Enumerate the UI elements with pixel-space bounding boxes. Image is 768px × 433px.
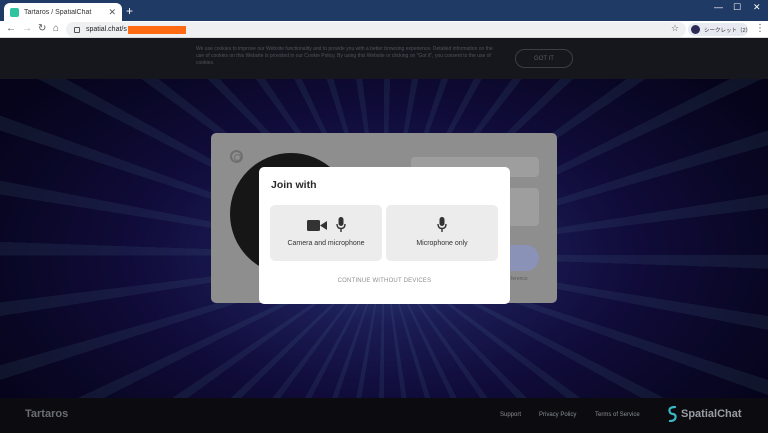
microphone-icon (335, 217, 346, 232)
browser-menu-icon[interactable]: ⋮ (755, 23, 765, 34)
option-label: Camera and microphone (287, 240, 365, 247)
option-label: Microphone only (416, 240, 468, 247)
browser-tab[interactable]: Tartaros / SpatialChat ✕ (4, 3, 122, 21)
lock-icon (74, 26, 80, 33)
forward-arrow-icon[interactable]: → (22, 23, 32, 35)
support-link[interactable]: Support (500, 412, 521, 418)
url-text: spatial.chat/s (86, 26, 127, 33)
privacy-policy-link[interactable]: Privacy Policy (539, 412, 576, 418)
card-side-text: ference (511, 276, 528, 282)
modal-title: Join with (271, 179, 317, 191)
cookie-text: We use cookies to improve our Website fu… (196, 46, 493, 66)
settings-gear-icon[interactable] (230, 150, 243, 163)
camera-and-microphone-option[interactable]: Camera and microphone (270, 205, 382, 261)
bookmark-star-icon[interactable]: ☆ (671, 23, 679, 34)
microphone-icon (437, 217, 447, 232)
profile-label: シークレット（2） (704, 27, 752, 34)
address-bar[interactable]: spatial.chat/s (66, 22, 686, 37)
reload-icon[interactable]: ↻ (38, 23, 46, 35)
browser-toolbar: ← → ↻ ⌂ spatial.chat/s ☆ シークレット（2） ⋮ (0, 21, 768, 38)
got-it-button[interactable]: GOT IT (515, 49, 573, 68)
spatialchat-logo[interactable]: SpatialChat (668, 406, 742, 422)
incognito-profile-button[interactable]: シークレット（2） (688, 23, 752, 36)
microphone-only-option[interactable]: Microphone only (386, 205, 498, 261)
page-footer: Tartaros Support Privacy Policy Terms of… (0, 398, 768, 433)
page-background: We use cookies to improve our Website fu… (0, 38, 768, 433)
spatialchat-logo-icon (668, 406, 677, 422)
close-window-button[interactable]: ✕ (753, 2, 761, 13)
spatialchat-favicon-icon (10, 7, 19, 17)
redacted-url-block (127, 25, 186, 34)
home-icon[interactable]: ⌂ (53, 23, 59, 35)
cookie-banner: We use cookies to improve our Website fu… (0, 38, 768, 79)
maximize-button[interactable]: ☐ (733, 2, 741, 13)
room-brand: Tartaros (25, 408, 69, 420)
new-tab-button[interactable]: + (126, 4, 133, 18)
browser-tab-bar: Tartaros / SpatialChat ✕ + — ☐ ✕ (0, 0, 768, 21)
logo-text: SpatialChat (681, 408, 742, 420)
join-with-modal: Join with Camera and microphone Micropho… (259, 167, 510, 304)
terms-of-service-link[interactable]: Terms of Service (595, 412, 640, 418)
tab-title: Tartaros / SpatialChat (24, 8, 92, 16)
camera-icon (306, 219, 327, 231)
incognito-icon (691, 25, 700, 34)
tab-close-icon[interactable]: ✕ (108, 7, 116, 18)
continue-without-devices-link[interactable]: CONTINUE WITHOUT DEVICES (259, 278, 510, 284)
back-arrow-icon[interactable]: ← (6, 23, 16, 35)
minimize-button[interactable]: — (714, 2, 723, 12)
